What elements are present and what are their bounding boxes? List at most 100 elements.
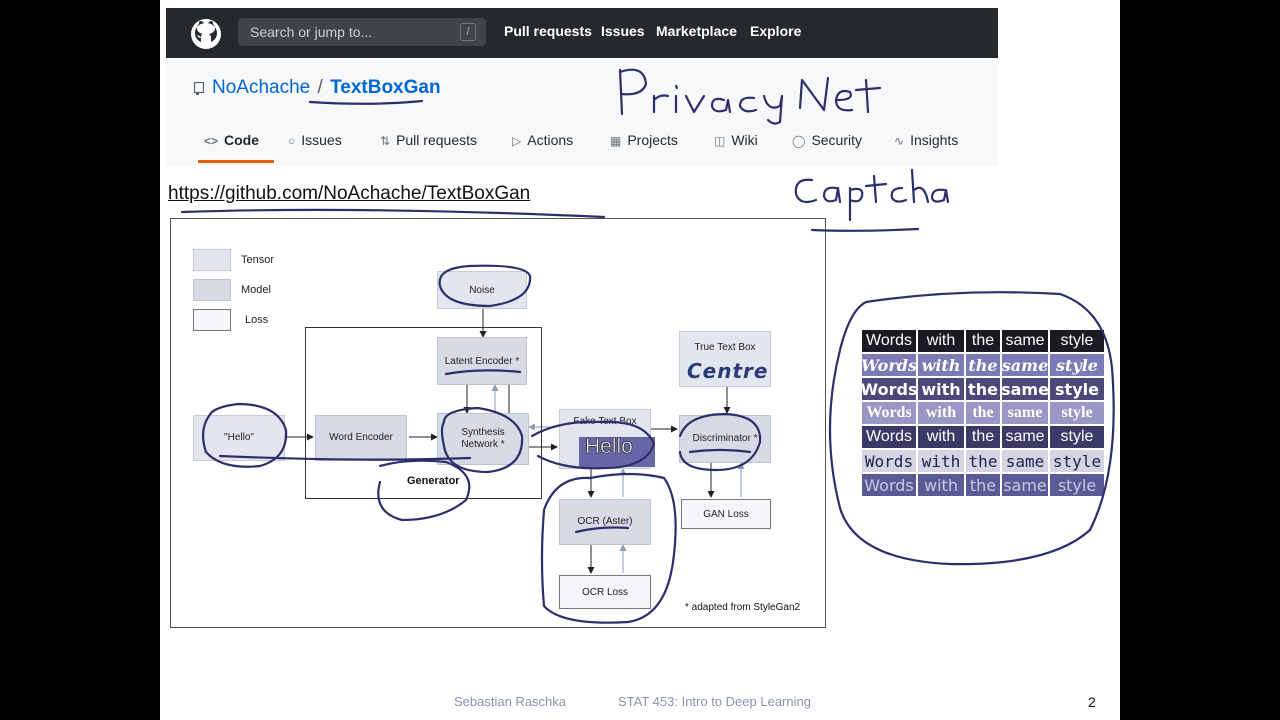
- true-text-sample: Centre: [687, 359, 769, 383]
- graph-icon: ∿: [894, 134, 905, 148]
- style-word-tile: style: [1050, 330, 1104, 352]
- project-icon: ▦: [610, 134, 622, 148]
- repo-title: NoAchache / TextBoxGan: [212, 77, 441, 99]
- hello-input-node: "Hello": [193, 415, 285, 461]
- discriminator-node: Discriminator *: [679, 415, 771, 463]
- lecture-slide: Search or jump to... / Pull requests Iss…: [160, 0, 1120, 720]
- noise-node: Noise: [437, 271, 527, 309]
- style-word-tile: with: [918, 474, 964, 496]
- repo-icon: [194, 82, 204, 95]
- style-word-tile: same: [1002, 450, 1048, 472]
- repo-header: NoAchache / TextBoxGan <> Code ○ Issues ⇅ P…: [166, 58, 998, 166]
- style-word-tile: with: [918, 354, 964, 376]
- style-word-tile: same: [1002, 378, 1048, 400]
- style-word-tile: style: [1050, 474, 1104, 496]
- tab-issues[interactable]: ○ Issues: [288, 132, 342, 148]
- search-input[interactable]: Search or jump to... /: [238, 18, 486, 46]
- repo-owner-link[interactable]: NoAchache: [212, 77, 310, 98]
- ocr-aster-node: OCR (Aster): [559, 499, 651, 545]
- fake-text-sample-label: Hello: [585, 435, 633, 459]
- style-word-tile: with: [918, 450, 964, 472]
- style-examples-grid: Words with the same style Words with the same sty…: [862, 330, 1106, 500]
- style-word-tile: Words: [862, 474, 916, 496]
- style-row: Words with the same style: [862, 450, 1106, 472]
- style-word-tile: same: [1002, 426, 1048, 448]
- style-row: Words with the same style: [862, 402, 1106, 424]
- style-word-tile: the: [966, 354, 1000, 376]
- style-word-tile: same: [1002, 354, 1048, 376]
- style-word-tile: Words: [862, 330, 916, 352]
- legend-tensor-label: Tensor: [241, 254, 275, 266]
- style-word-tile: style: [1050, 450, 1104, 472]
- style-row: Words with the same style: [862, 330, 1106, 352]
- nav-issues[interactable]: Issues: [601, 23, 645, 39]
- github-logo-icon[interactable]: [190, 18, 222, 50]
- ocr-loss-node: OCR Loss: [559, 575, 651, 609]
- search-shortcut-badge: /: [460, 23, 476, 41]
- style-word-tile: Words: [862, 426, 916, 448]
- style-word-tile: style: [1050, 378, 1104, 400]
- style-word-tile: the: [966, 474, 1000, 496]
- style-word-tile: the: [966, 330, 1000, 352]
- style-word-tile: style: [1050, 402, 1104, 424]
- tab-projects[interactable]: ▦ Projects: [610, 132, 678, 148]
- legend-model-swatch: [193, 279, 231, 301]
- style-row: Words with the same style: [862, 378, 1106, 400]
- style-word-tile: with: [918, 402, 964, 424]
- book-icon: ◫: [714, 134, 726, 148]
- legend-model-label: Model: [241, 284, 271, 296]
- style-word-tile: same: [1002, 474, 1048, 496]
- style-word-tile: the: [966, 426, 1000, 448]
- generator-label: Generator: [407, 475, 460, 487]
- style-row: Words with the same style: [862, 426, 1106, 448]
- nav-marketplace[interactable]: Marketplace: [656, 23, 737, 39]
- word-encoder-node: Word Encoder: [315, 415, 407, 461]
- style-row: Words with the same style: [862, 354, 1106, 376]
- style-word-tile: the: [966, 450, 1000, 472]
- style-word-tile: Words: [862, 354, 916, 376]
- tab-pull-requests[interactable]: ⇅ Pull requests: [380, 132, 477, 148]
- issue-icon: ○: [288, 134, 296, 148]
- active-tab-indicator: [198, 160, 274, 163]
- style-word-tile: with: [918, 330, 964, 352]
- pull-request-icon: ⇅: [380, 134, 391, 148]
- diagram-footnote: * adapted from StyleGan2: [685, 602, 801, 613]
- play-icon: ▷: [512, 134, 522, 148]
- page-number: 2: [1088, 694, 1096, 710]
- repo-separator: /: [317, 77, 323, 98]
- style-word-tile: same: [1002, 402, 1048, 424]
- style-word-tile: the: [966, 402, 1000, 424]
- latent-encoder-node: Latent Encoder *: [437, 337, 527, 385]
- style-word-tile: the: [966, 378, 1000, 400]
- search-placeholder: Search or jump to...: [250, 24, 373, 40]
- nav-pull-requests[interactable]: Pull requests: [504, 23, 592, 39]
- gan-loss-node: GAN Loss: [681, 499, 771, 529]
- legend-loss-swatch: [193, 309, 231, 331]
- nav-explore[interactable]: Explore: [750, 23, 801, 39]
- footer-course: STAT 453: Intro to Deep Learning: [618, 694, 811, 709]
- style-word-tile: style: [1050, 354, 1104, 376]
- style-word-tile: Words: [862, 450, 916, 472]
- legend-loss-label: Loss: [245, 314, 269, 326]
- tab-insights[interactable]: ∿ Insights: [894, 132, 958, 148]
- tab-security[interactable]: ◯ Security: [792, 132, 862, 148]
- tab-code[interactable]: <> Code: [204, 132, 259, 148]
- style-word-tile: with: [918, 426, 964, 448]
- code-icon: <>: [204, 134, 219, 148]
- style-word-tile: style: [1050, 426, 1104, 448]
- github-header: Search or jump to... / Pull requests Iss…: [166, 8, 998, 58]
- style-word-tile: with: [918, 378, 964, 400]
- style-word-tile: Words: [862, 402, 916, 424]
- shield-icon: ◯: [792, 134, 806, 148]
- repo-url-link[interactable]: https://github.com/NoAchache/TextBoxGan: [168, 183, 530, 205]
- style-row: Words with the same style: [862, 474, 1106, 496]
- legend-tensor-swatch: [193, 249, 231, 271]
- architecture-diagram: Tensor Model Loss Noise Latent Encoder *…: [170, 218, 826, 628]
- style-word-tile: same: [1002, 330, 1048, 352]
- tab-actions[interactable]: ▷ Actions: [512, 132, 573, 148]
- footer-author: Sebastian Raschka: [454, 694, 567, 709]
- style-word-tile: Words: [862, 378, 916, 400]
- repo-name-link[interactable]: TextBoxGan: [330, 77, 441, 98]
- synthesis-network-node: Synthesis Network *: [437, 413, 529, 465]
- tab-wiki[interactable]: ◫ Wiki: [714, 132, 758, 148]
